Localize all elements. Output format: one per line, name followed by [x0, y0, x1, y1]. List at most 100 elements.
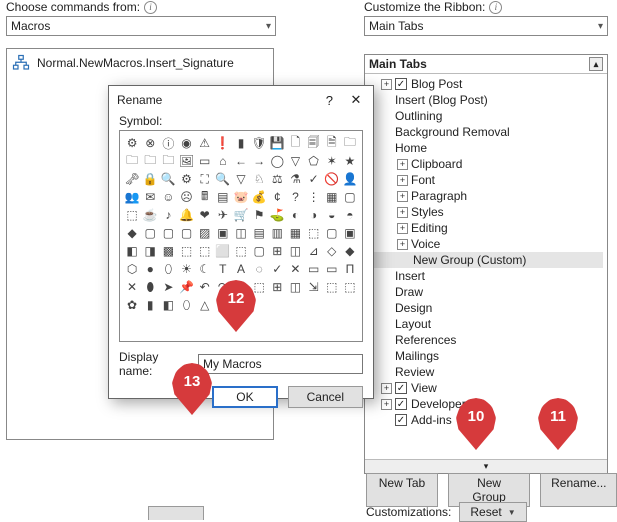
symbol-cell[interactable]: ⚙	[178, 171, 194, 187]
symbol-cell[interactable]: →	[251, 153, 267, 169]
symbol-cell[interactable]: ⊞	[269, 279, 285, 295]
symbol-cell[interactable]: ◧	[160, 297, 176, 313]
symbol-cell[interactable]: ▢	[324, 225, 340, 241]
symbol-cell[interactable]: ▮	[233, 135, 249, 151]
tree-item[interactable]: Home	[369, 140, 603, 156]
symbol-cell[interactable]: ☀	[178, 261, 194, 277]
symbol-cell[interactable]: ✕	[124, 279, 140, 295]
symbol-cell[interactable]: ✓	[269, 261, 285, 277]
symbol-cell[interactable]: A	[233, 261, 249, 277]
symbol-cell[interactable]: ▤	[251, 225, 267, 241]
expand-icon[interactable]: +	[397, 175, 408, 186]
expand-icon[interactable]: +	[397, 207, 408, 218]
symbol-cell[interactable]: ◑	[306, 207, 322, 223]
symbol-cell[interactable]: ▣	[342, 225, 358, 241]
scroll-down-icon[interactable]: ▾	[365, 459, 607, 473]
symbol-cell[interactable]: ▣	[215, 225, 231, 241]
symbol-cell[interactable]: ◫	[287, 243, 303, 259]
symbol-cell[interactable]: ¢	[269, 189, 285, 205]
tree-item[interactable]: +Editing	[369, 220, 603, 236]
checkbox-icon[interactable]	[395, 414, 407, 426]
symbol-cell[interactable]: ☾	[197, 261, 213, 277]
symbol-cell[interactable]: 🐷	[233, 189, 249, 205]
symbol-cell[interactable]: ▢	[160, 225, 176, 241]
symbol-cell[interactable]: ⚙	[124, 135, 140, 151]
symbol-cell[interactable]: ✶	[324, 153, 340, 169]
symbol-cell[interactable]: ⚑	[251, 207, 267, 223]
symbol-cell[interactable]: ◇	[324, 243, 340, 259]
symbol-cell[interactable]: ▽	[233, 171, 249, 187]
tree-item[interactable]: +Styles	[369, 204, 603, 220]
close-icon[interactable]: ✕	[347, 92, 365, 108]
symbol-cell[interactable]: ▢	[342, 189, 358, 205]
symbol-cell[interactable]: ✉	[142, 189, 158, 205]
symbol-cell[interactable]: ♘	[251, 171, 267, 187]
symbol-cell[interactable]: ✿	[124, 297, 140, 313]
symbol-cell[interactable]: 🗐	[306, 135, 322, 151]
symbol-cell[interactable]: ⬯	[160, 261, 176, 277]
symbol-cell[interactable]: ◨	[142, 243, 158, 259]
symbol-cell[interactable]: ▭	[306, 261, 322, 277]
symbol-cell[interactable]: ⬜	[215, 243, 231, 259]
symbol-cell[interactable]: 🗀	[160, 153, 176, 169]
symbol-cell[interactable]: ✈	[215, 207, 231, 223]
symbol-cell[interactable]: ▢	[251, 243, 267, 259]
tree-item[interactable]: New Group (Custom)	[369, 252, 603, 268]
checkbox-icon[interactable]	[395, 382, 407, 394]
symbol-cell[interactable]: ◓	[342, 207, 358, 223]
symbol-cell[interactable]: 🔒	[142, 171, 158, 187]
symbol-cell[interactable]: ⬚	[124, 207, 140, 223]
symbol-cell[interactable]: 🗀	[342, 135, 358, 151]
symbol-cell[interactable]: ▥	[269, 225, 285, 241]
symbol-cell[interactable]: ▮	[142, 297, 158, 313]
symbol-cell[interactable]: 🛡	[251, 135, 267, 151]
symbol-cell[interactable]: ❤	[197, 207, 213, 223]
symbol-cell[interactable]: ✓	[306, 171, 322, 187]
symbol-cell[interactable]: ⊞	[269, 243, 285, 259]
symbol-cell[interactable]: 🗀	[142, 153, 158, 169]
symbol-cell[interactable]: ◌	[233, 279, 249, 295]
symbol-cell[interactable]: ▭	[197, 153, 213, 169]
symbol-cell[interactable]: 🔍	[215, 171, 231, 187]
symbol-cell[interactable]: ⚖	[269, 171, 285, 187]
symbol-cell[interactable]: ⚗	[287, 171, 303, 187]
symbol-cell[interactable]: ◌	[251, 261, 267, 277]
symbol-cell[interactable]: ⊗	[142, 135, 158, 151]
symbol-cell[interactable]: ⬚	[306, 225, 322, 241]
symbol-cell[interactable]: ◐	[287, 207, 303, 223]
expand-icon[interactable]: +	[397, 159, 408, 170]
symbol-cell[interactable]: T	[215, 261, 231, 277]
symbol-cell[interactable]: 🖩	[197, 189, 213, 205]
help-icon[interactable]: ?	[326, 93, 333, 108]
symbol-grid[interactable]: ⚙⊗ⓘ◉⚠❗▮🛡💾🗋🗐🗎🗀🗀🗀🗀🖼▭⌂←→◯▽⬠✶★🗝🔒🔍⚙⛶🔍▽♘⚖⚗✓🚫👤👥…	[119, 130, 363, 342]
symbol-cell[interactable]: ⬚	[251, 279, 267, 295]
symbol-cell[interactable]: ▩	[160, 243, 176, 259]
symbol-cell[interactable]: 🗎	[324, 135, 340, 151]
symbol-cell[interactable]: ▦	[324, 189, 340, 205]
symbol-cell[interactable]: 🗋	[287, 135, 303, 151]
symbol-cell[interactable]: Π	[342, 261, 358, 277]
symbol-cell[interactable]: ▢	[178, 225, 194, 241]
symbol-cell[interactable]: 📌	[178, 279, 194, 295]
tree-item[interactable]: Insert (Blog Post)	[369, 92, 603, 108]
symbol-cell[interactable]: △	[197, 297, 213, 313]
tree-item[interactable]: Insert	[369, 268, 603, 284]
symbol-cell[interactable]: 🗝	[124, 171, 140, 187]
symbol-cell[interactable]: 👥	[124, 189, 140, 205]
tree-item[interactable]: Layout	[369, 316, 603, 332]
symbol-cell[interactable]: 💾	[269, 135, 285, 151]
symbol-cell[interactable]: ♪	[160, 207, 176, 223]
display-name-input[interactable]	[198, 354, 363, 374]
symbol-cell[interactable]: ⬠	[306, 153, 322, 169]
symbol-cell[interactable]: ▦	[287, 225, 303, 241]
tree-item[interactable]: Review	[369, 364, 603, 380]
tree-item[interactable]: +Developer	[369, 396, 603, 412]
symbol-cell[interactable]: 🔍	[160, 171, 176, 187]
choose-commands-select[interactable]: Macros ▾	[6, 16, 276, 36]
tree-item[interactable]: +Paragraph	[369, 188, 603, 204]
symbol-cell[interactable]: ?	[287, 189, 303, 205]
symbol-cell[interactable]: ⓘ	[160, 135, 176, 151]
symbol-cell[interactable]: ◉	[178, 135, 194, 151]
symbol-cell[interactable]: 👤	[342, 171, 358, 187]
checkbox-icon[interactable]	[395, 398, 407, 410]
